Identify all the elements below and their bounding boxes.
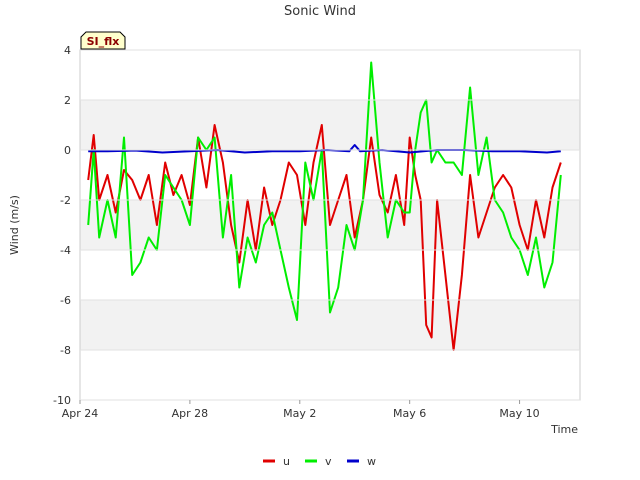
y-tick-label: -10 (53, 394, 71, 407)
x-axis-label: Time (550, 423, 578, 436)
x-tick-label: Apr 24 (62, 407, 99, 420)
y-tick-label: -2 (60, 194, 71, 207)
legend-label-v: v (325, 455, 332, 468)
y-tick-label: -4 (60, 244, 71, 257)
x-tick-label: May 2 (283, 407, 316, 420)
y-tick-label: 0 (64, 144, 71, 157)
y-tick-label: 2 (64, 94, 71, 107)
site-badge: SI_flx (80, 31, 126, 50)
y-tick-label: -6 (60, 294, 71, 307)
grid-band (80, 100, 580, 150)
legend-label-u: u (283, 455, 290, 468)
legend-label-w: w (367, 455, 376, 468)
sonic-wind-chart: -10 -8 -6 -4 -2 0 2 4 Apr 24 Apr 28 May 2 May 6 May… (8, 4, 581, 468)
chart-title: Sonic Wind (284, 4, 356, 19)
x-axis-ticks: Apr 24 Apr 28 May 2 May 6 May 10 (62, 400, 540, 420)
x-tick-label: Apr 28 (172, 407, 209, 420)
x-tick-label: May 10 (499, 407, 539, 420)
grid-band (80, 50, 580, 100)
y-tick-label: -8 (60, 344, 71, 357)
grid-band (80, 350, 580, 400)
site-badge-label: SI_flx (87, 35, 120, 48)
grid-band (80, 150, 580, 200)
y-tick-label: 4 (64, 44, 71, 57)
y-axis-label: Wind (m/s) (8, 195, 21, 255)
legend: u v w (263, 455, 376, 468)
grid-band (80, 250, 580, 300)
x-tick-label: May 6 (393, 407, 426, 420)
